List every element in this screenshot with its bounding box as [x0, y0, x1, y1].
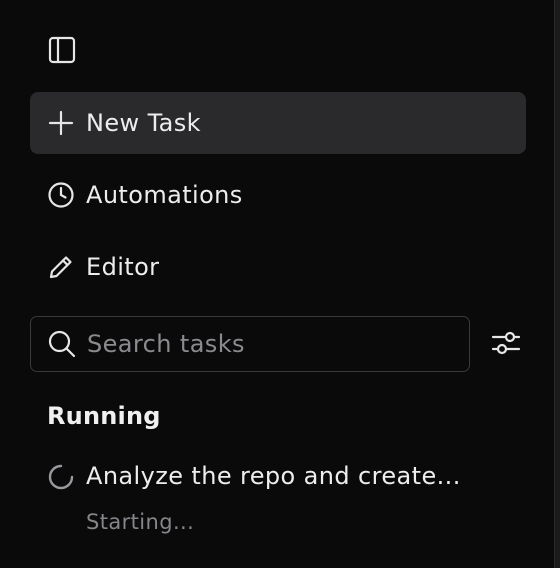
- search-icon: [47, 329, 77, 359]
- spinner-icon: [46, 462, 76, 492]
- sliders-icon: [490, 328, 522, 362]
- editor-label: Editor: [86, 253, 160, 281]
- sidebar-resize-handle[interactable]: [554, 0, 560, 568]
- automations-label: Automations: [86, 181, 243, 209]
- sidebar-panel-icon: [47, 35, 77, 69]
- search-input[interactable]: [87, 330, 447, 358]
- filter-button[interactable]: [486, 326, 526, 364]
- task-title: Analyze the repo and create...: [86, 462, 461, 490]
- new-task-label: New Task: [86, 109, 201, 137]
- editor-nav-item[interactable]: Editor: [30, 236, 526, 298]
- plus-icon: [46, 108, 76, 138]
- task-item[interactable]: Analyze the repo and create... Starting.…: [30, 452, 526, 548]
- search-box: [30, 316, 470, 372]
- task-status: Starting...: [86, 510, 195, 534]
- sidebar: New Task Automations Editor Search tasks…: [0, 0, 560, 568]
- clock-icon: [46, 180, 76, 210]
- toggle-sidebar-button[interactable]: [44, 36, 80, 68]
- section-heading-running: Running: [47, 402, 161, 430]
- pencil-icon: [46, 252, 76, 282]
- new-task-button[interactable]: New Task: [30, 92, 526, 154]
- automations-nav-item[interactable]: Automations: [30, 164, 526, 226]
